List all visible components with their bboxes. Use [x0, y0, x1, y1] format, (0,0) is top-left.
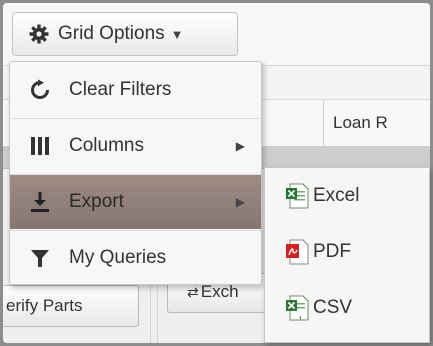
- gear-icon: [29, 24, 49, 44]
- grid-options-menu: Clear Filters Columns ▶ Export ▶ My Quer…: [9, 61, 262, 285]
- csv-icon: ,: [285, 295, 309, 321]
- column-divider: [323, 100, 324, 146]
- svg-text:,: ,: [299, 310, 302, 320]
- columns-icon: [29, 135, 51, 157]
- exchange-icon: ⇄: [187, 284, 199, 300]
- download-icon: [29, 191, 51, 213]
- export-submenu: Excel PDF , CSV: [264, 167, 430, 343]
- submenu-arrow-icon: ▶: [235, 139, 245, 153]
- menu-item-label: Columns: [69, 135, 144, 156]
- grid-options-button[interactable]: Grid Options ▼: [12, 12, 238, 56]
- column-header-loan[interactable]: Loan R: [333, 113, 388, 133]
- menu-item-export[interactable]: Export ▶: [10, 175, 261, 229]
- caret-down-icon: ▼: [170, 26, 184, 42]
- menu-item-label: Export: [69, 191, 124, 212]
- filter-icon: [29, 247, 51, 269]
- verify-parts-button[interactable]: erify Parts: [3, 285, 139, 327]
- export-excel-label: Excel: [313, 185, 360, 206]
- refresh-icon: [29, 79, 51, 101]
- menu-item-label: Clear Filters: [69, 79, 172, 100]
- pdf-icon: [285, 239, 309, 265]
- submenu-arrow-icon: ▶: [235, 195, 245, 209]
- export-pdf-label: PDF: [313, 241, 351, 262]
- toolbar: Grid Options ▼: [3, 3, 430, 66]
- menu-item-label: My Queries: [69, 247, 167, 268]
- export-excel[interactable]: Excel: [265, 170, 429, 222]
- export-pdf[interactable]: PDF: [265, 226, 429, 278]
- export-csv-label: CSV: [313, 297, 353, 318]
- menu-item-clear-filters[interactable]: Clear Filters: [10, 63, 261, 117]
- grid-options-label: Grid Options: [58, 23, 165, 44]
- export-csv[interactable]: , CSV: [265, 282, 429, 334]
- menu-item-my-queries[interactable]: My Queries: [10, 231, 261, 285]
- menu-item-columns[interactable]: Columns ▶: [10, 119, 261, 173]
- excel-icon: [285, 183, 309, 209]
